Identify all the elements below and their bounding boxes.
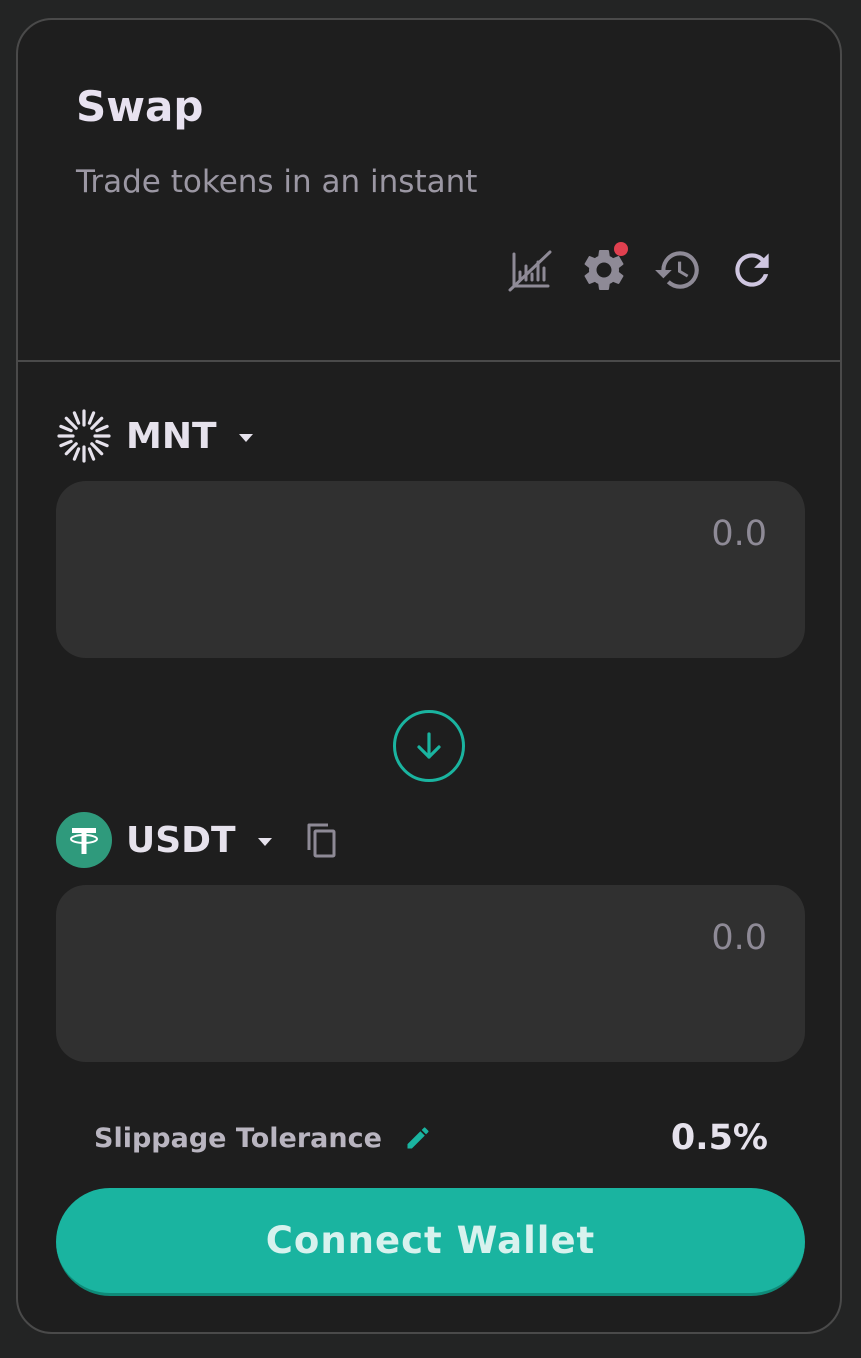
page-title: Swap xyxy=(76,82,204,131)
slippage-label: Slippage Tolerance xyxy=(94,1122,382,1154)
chart-toggle-button[interactable] xyxy=(504,244,556,296)
history-button[interactable] xyxy=(652,244,704,296)
usdt-token-icon xyxy=(56,812,112,868)
edit-slippage-button[interactable] xyxy=(404,1124,432,1152)
chart-disabled-icon xyxy=(508,250,552,292)
to-amount-box xyxy=(56,885,805,1062)
refresh-icon xyxy=(735,253,769,287)
copy-icon xyxy=(307,823,336,858)
settings-button[interactable] xyxy=(578,242,630,296)
from-token-selector[interactable]: MNT xyxy=(56,408,253,464)
slippage-value: 0.5% xyxy=(670,1118,768,1158)
to-token-selector[interactable]: USDT xyxy=(56,812,340,868)
arrow-down-icon xyxy=(417,732,441,759)
pencil-icon xyxy=(407,1127,429,1149)
swap-card: Swap Trade tokens in an instant MNT 0.0 … xyxy=(16,18,842,1334)
page-subtitle: Trade tokens in an instant xyxy=(76,164,478,200)
to-amount-input[interactable] xyxy=(365,917,769,959)
from-amount-input[interactable] xyxy=(365,513,769,555)
toolbar xyxy=(504,240,778,300)
chevron-down-icon xyxy=(257,838,272,846)
history-icon xyxy=(655,251,699,289)
slippage-row: Slippage Tolerance 0.5% xyxy=(94,1118,768,1158)
from-token-symbol: MNT xyxy=(126,415,217,457)
switch-tokens-button[interactable] xyxy=(393,710,465,782)
from-amount-box xyxy=(56,481,805,658)
connect-wallet-button[interactable]: Connect Wallet xyxy=(56,1188,805,1296)
header-divider xyxy=(18,360,840,362)
to-token-symbol: USDT xyxy=(126,819,236,861)
copy-address-button[interactable] xyxy=(304,820,340,860)
refresh-button[interactable] xyxy=(726,244,778,296)
chevron-down-icon xyxy=(238,434,253,442)
mnt-token-icon xyxy=(56,408,112,464)
notification-dot xyxy=(614,242,628,256)
